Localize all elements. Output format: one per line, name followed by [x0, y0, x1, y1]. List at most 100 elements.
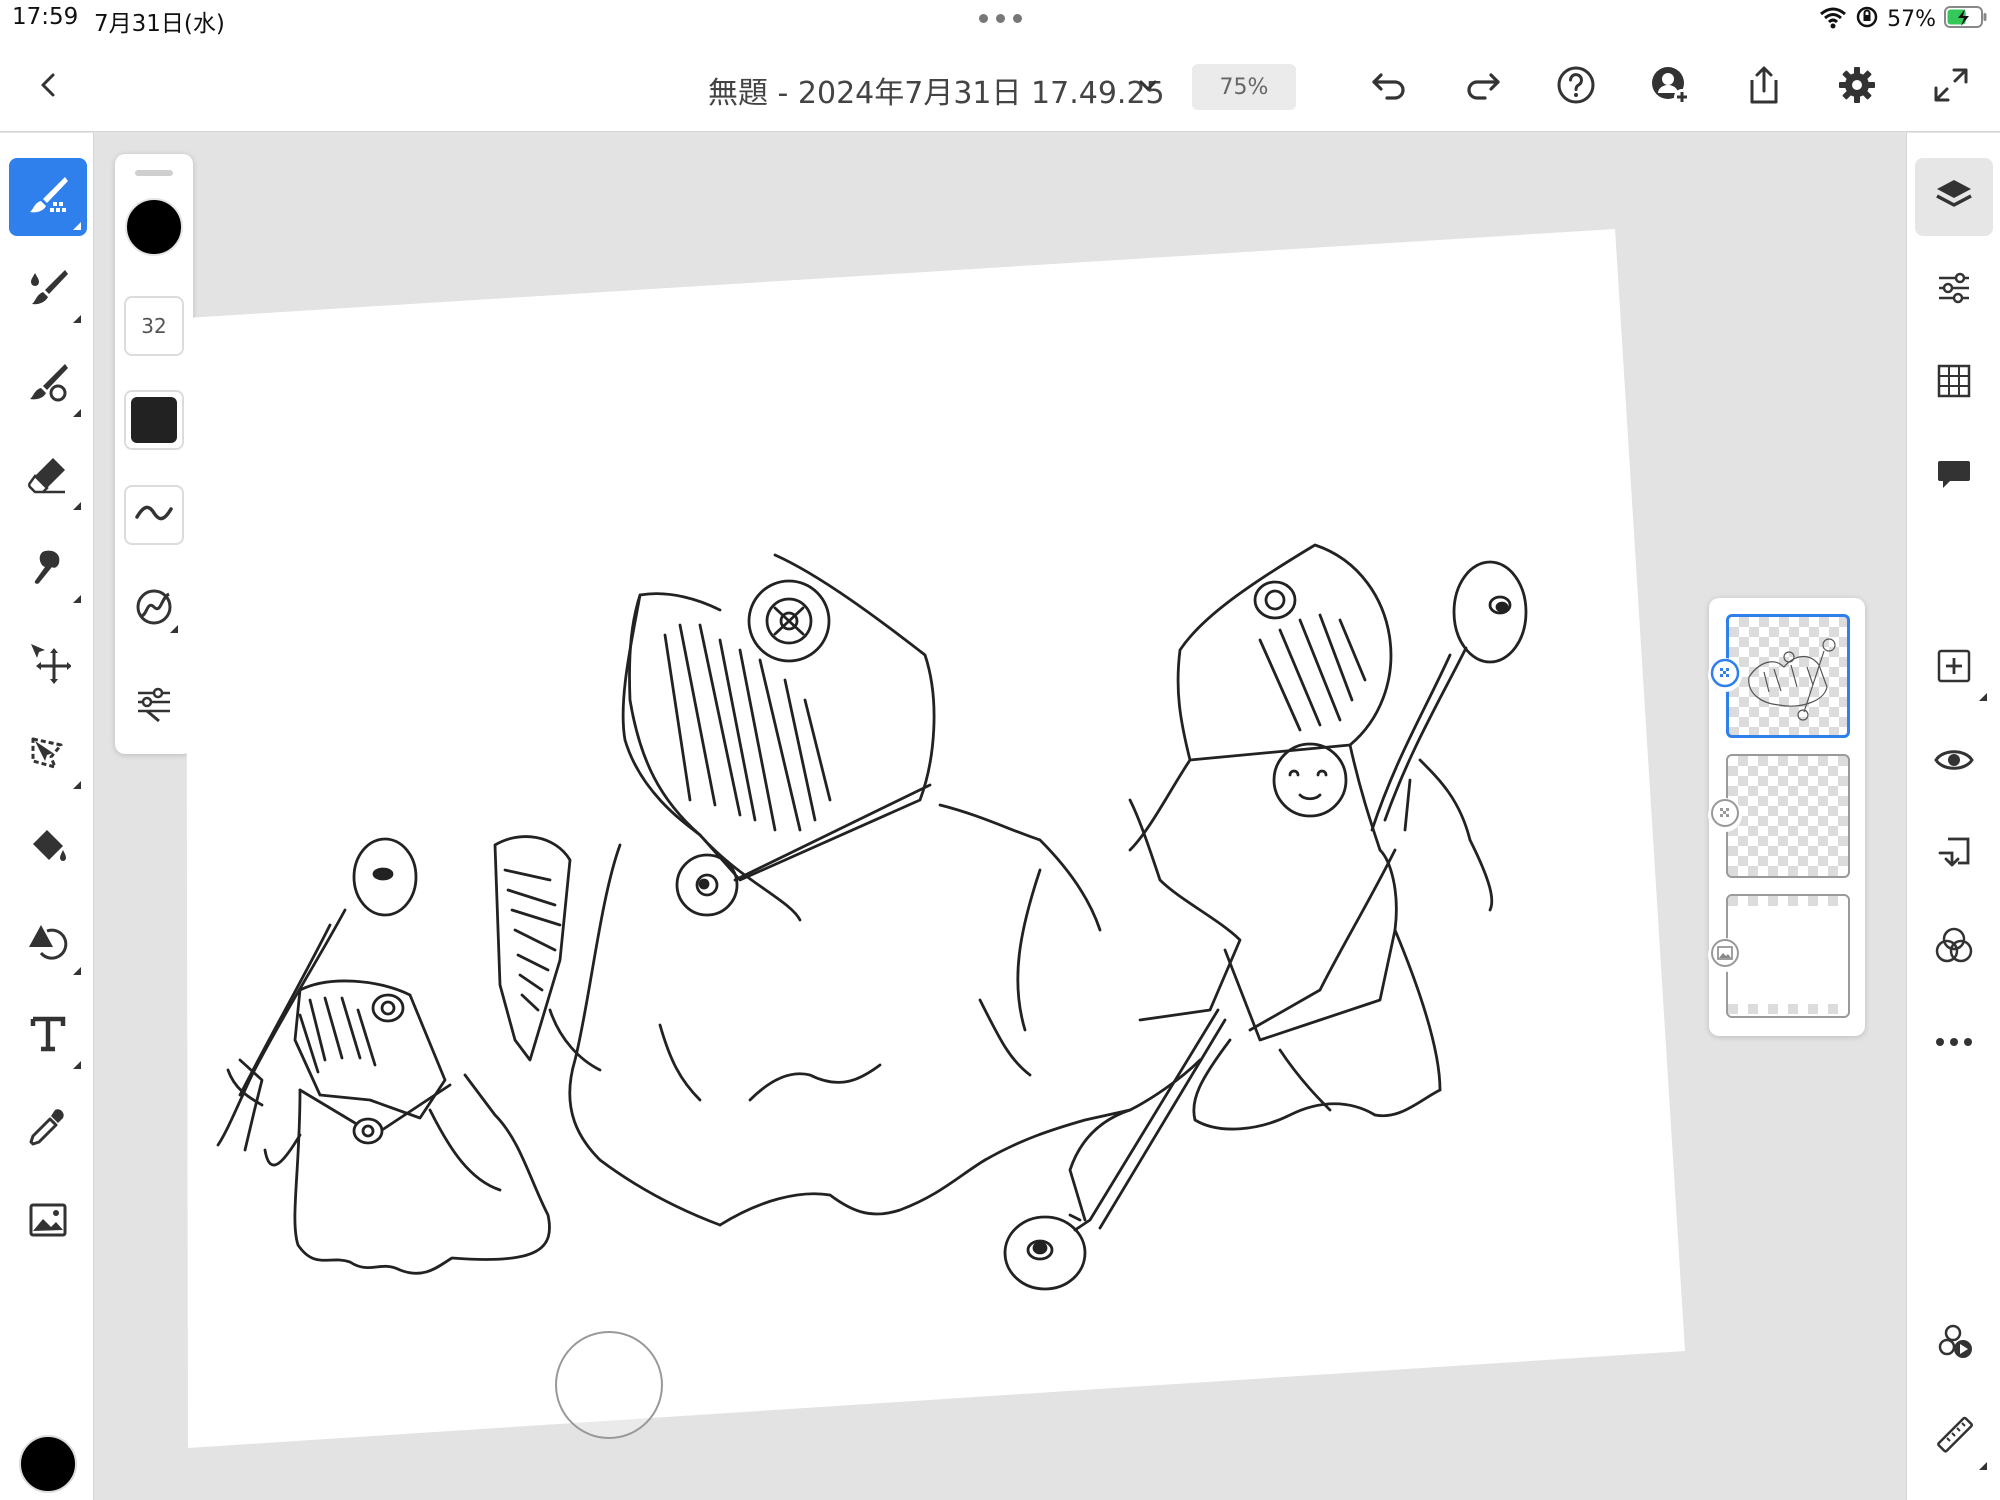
fullscreen-button[interactable]	[1926, 62, 1976, 112]
rotate-shape-icon	[25, 917, 71, 967]
layer-properties-button[interactable]	[1915, 251, 1993, 329]
expand-icon	[1932, 66, 1970, 108]
submenu-indicator	[73, 595, 81, 603]
blend-icon	[1933, 925, 1975, 971]
settings-button[interactable]	[1832, 62, 1882, 112]
help-icon	[1556, 65, 1596, 109]
layer-preview	[1728, 896, 1838, 1014]
submenu-indicator	[1979, 1462, 1987, 1470]
undo-button[interactable]	[1364, 62, 1414, 112]
comment-icon	[1934, 454, 1974, 498]
import-layer-button[interactable]	[1915, 816, 1993, 894]
grid-icon	[1934, 361, 1974, 405]
zoom-level-button[interactable]: 75%	[1192, 64, 1296, 110]
share-icon	[1744, 64, 1784, 110]
lasso-select-tool[interactable]	[9, 717, 87, 795]
chevron-left-icon	[34, 70, 64, 104]
grid-button[interactable]	[1915, 344, 1993, 422]
multitasking-dots-icon[interactable]	[979, 14, 1023, 24]
submenu-indicator	[73, 781, 81, 789]
live-brush-tool[interactable]	[9, 251, 87, 329]
submenu-indicator	[73, 502, 81, 510]
user-add-icon	[1649, 64, 1691, 110]
right-toolbar	[1906, 133, 2000, 1500]
redo-button[interactable]	[1458, 62, 1508, 112]
sliders-icon	[1934, 268, 1974, 312]
pixel-layer-icon	[1710, 798, 1740, 832]
visibility-button[interactable]	[1915, 723, 1993, 801]
lasso-icon	[25, 731, 71, 781]
status-time: 17:59	[12, 4, 79, 30]
layer-preview	[1748, 638, 1836, 721]
pixel-brush-tool[interactable]	[9, 158, 87, 236]
layers-toggle-button[interactable]	[1915, 158, 1993, 236]
comments-button[interactable]	[1915, 437, 1993, 515]
layer-type-badge-2[interactable]	[1708, 798, 1742, 832]
blend-mode-button[interactable]	[1915, 909, 1993, 987]
color-swatch-button[interactable]	[19, 1435, 77, 1493]
share-button[interactable]	[1739, 62, 1789, 112]
ruler-button[interactable]	[1915, 1398, 1993, 1476]
layer-type-badge-1[interactable]	[1708, 658, 1742, 692]
invite-button[interactable]	[1645, 62, 1695, 112]
more-horizontal-icon	[1934, 1032, 1974, 1051]
submenu-indicator	[73, 315, 81, 323]
image-layer-icon	[1710, 938, 1740, 972]
smudge-tool[interactable]	[9, 531, 87, 609]
submenu-indicator	[73, 409, 81, 417]
battery-charging-icon	[1944, 5, 1988, 33]
layer-type-badge-3[interactable]	[1708, 938, 1742, 972]
place-image-tool[interactable]	[9, 1183, 87, 1261]
gear-icon	[1837, 65, 1877, 109]
submenu-indicator	[73, 1061, 81, 1069]
touch-cursor	[555, 1331, 663, 1439]
vector-brush-icon	[25, 359, 71, 409]
fill-tool[interactable]	[9, 810, 87, 888]
add-layer-button[interactable]	[1915, 629, 1993, 707]
document-title[interactable]: 無題 - 2024年7月31日 17.49.25	[708, 68, 1165, 112]
submenu-indicator	[73, 967, 81, 975]
layers-icon	[1933, 174, 1975, 220]
text-icon	[25, 1011, 71, 1061]
eraser-tool[interactable]	[9, 438, 87, 516]
status-indicators: 57%	[1819, 4, 1988, 34]
redo-icon	[1463, 67, 1503, 107]
vector-brush-tool[interactable]	[9, 345, 87, 423]
battery-percent: 57%	[1887, 6, 1936, 32]
layer-thumbnail-3[interactable]	[1726, 894, 1850, 1018]
layer-thumbnail-1[interactable]	[1726, 614, 1850, 738]
text-tool[interactable]	[9, 997, 87, 1075]
eyedropper-icon	[25, 1104, 71, 1154]
artboard-page	[186, 229, 1685, 1448]
submenu-indicator	[73, 222, 81, 230]
wifi-icon	[1819, 5, 1847, 33]
eyedropper-tool[interactable]	[9, 1090, 87, 1168]
livestream-button[interactable]	[1915, 1305, 1993, 1383]
import-icon	[1934, 833, 1974, 877]
title-menu-button[interactable]	[1130, 70, 1166, 106]
left-toolbar	[0, 133, 94, 1500]
ruler-icon	[1933, 1414, 1975, 1460]
shape-rotate-tool[interactable]	[9, 903, 87, 981]
paint-bucket-icon	[25, 824, 71, 874]
status-date: 7月31日(水)	[94, 11, 225, 37]
back-button[interactable]	[24, 62, 74, 112]
move-icon	[25, 638, 72, 688]
layers-panel	[1708, 598, 1865, 1036]
move-transform-tool[interactable]	[9, 624, 87, 702]
eraser-icon	[25, 452, 71, 502]
more-options-button[interactable]	[1915, 1002, 1993, 1080]
top-toolbar: 無題 - 2024年7月31日 17.49.25 75%	[0, 40, 2000, 132]
pixel-brush-icon	[25, 172, 71, 222]
orientation-lock-icon	[1855, 5, 1879, 33]
chevron-down-icon	[1136, 74, 1160, 102]
canvas-area[interactable]	[95, 133, 1905, 1500]
add-layer-icon	[1934, 646, 1974, 690]
eye-pupil	[372, 867, 394, 881]
image-icon	[25, 1197, 71, 1247]
livestream-icon	[1933, 1321, 1975, 1367]
help-button[interactable]	[1551, 62, 1601, 112]
artboard[interactable]	[95, 133, 1905, 1500]
eye-icon	[1933, 745, 1975, 779]
layer-thumbnail-2[interactable]	[1726, 754, 1850, 878]
